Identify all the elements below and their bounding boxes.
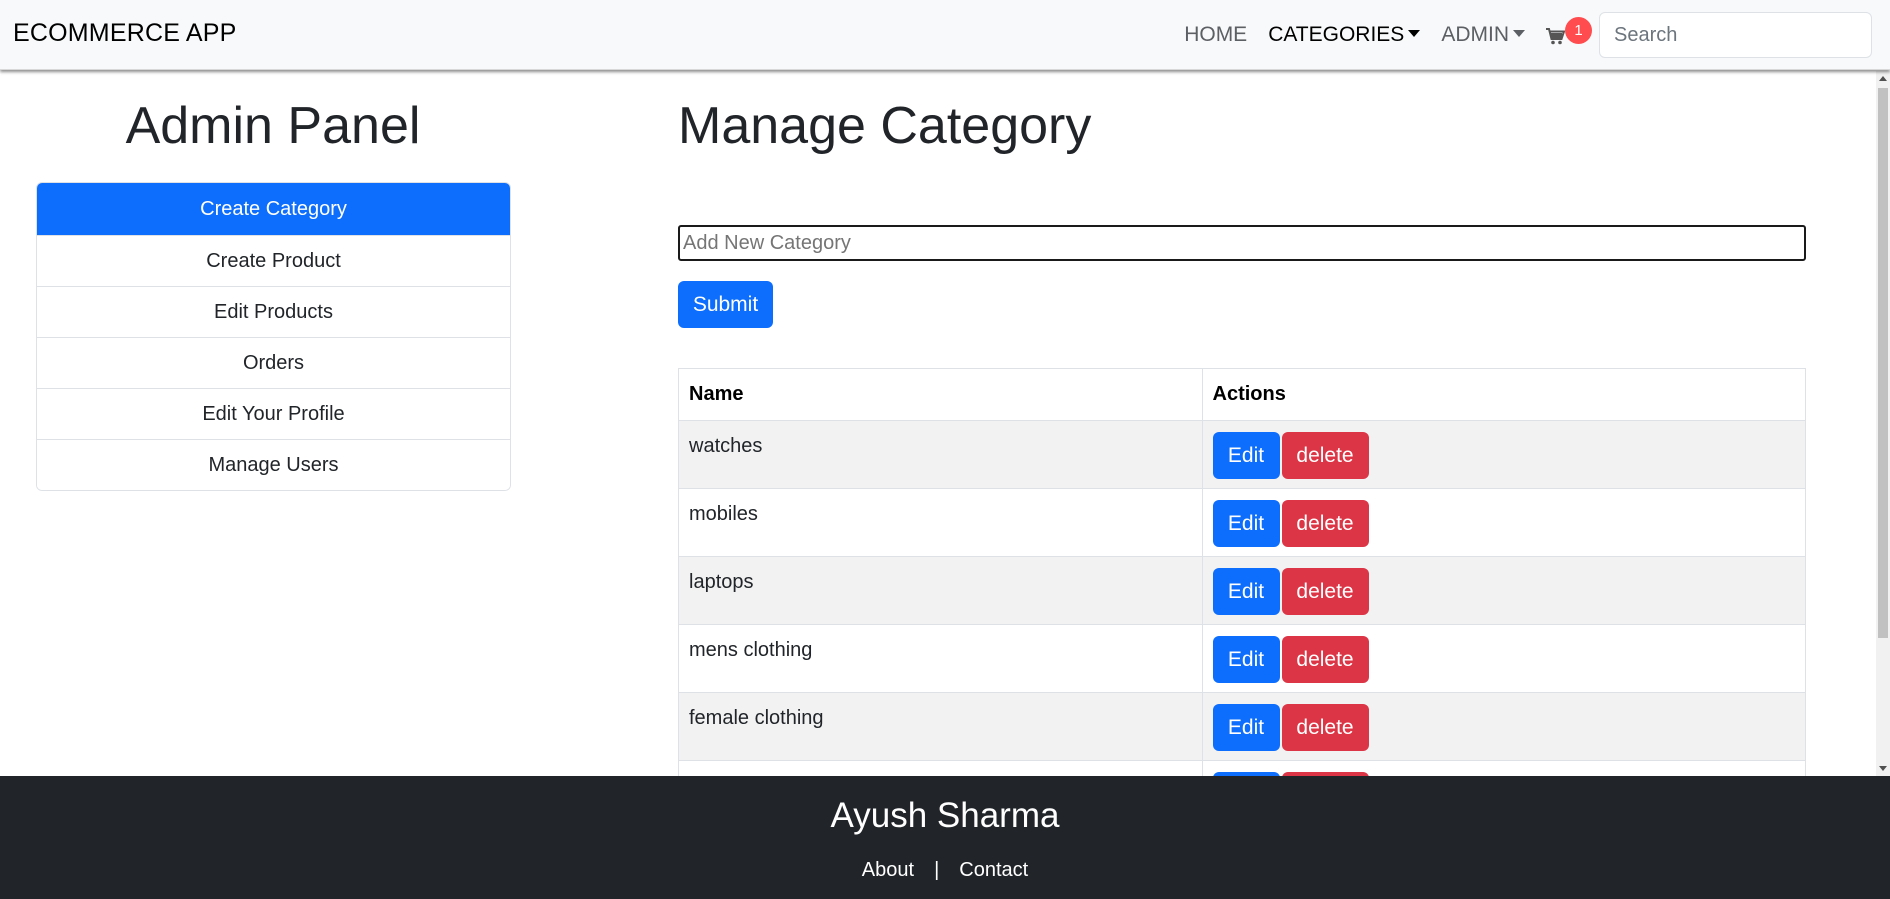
category-table: Name Actions watches Edit delete mobiles … <box>678 368 1806 776</box>
page-title: Manage Category <box>678 97 1092 155</box>
delete-button[interactable]: delete <box>1281 636 1369 683</box>
edit-button[interactable]: Edit <box>1212 432 1280 479</box>
footer-contact-link[interactable]: Contact <box>959 859 1028 882</box>
delete-button[interactable]: delete <box>1281 568 1369 615</box>
category-name <box>679 760 1203 776</box>
brand-logo[interactable]: ECOMMERCE APP <box>13 19 236 48</box>
sidebar-item-create-category[interactable]: Create Category <box>37 183 510 235</box>
category-name: female clothing <box>679 692 1203 761</box>
table-row: mobiles Edit delete <box>679 488 1805 557</box>
row-actions: Editdelete <box>1202 556 1805 625</box>
nav-categories-dropdown[interactable]: CATEGORIES <box>1268 23 1421 47</box>
search-input[interactable] <box>1599 12 1872 58</box>
nav-links: HOME CATEGORIES ADMIN 1 <box>1184 0 1890 70</box>
table-header-row: Name Actions <box>679 369 1805 421</box>
scroll-up-arrow-icon[interactable] <box>1879 76 1887 81</box>
nav-categories-label: CATEGORIES <box>1268 23 1405 46</box>
admin-menu: Create Category Create Product Edit Prod… <box>36 182 511 491</box>
footer-separator: | <box>934 859 940 881</box>
edit-button[interactable]: Edit <box>1212 636 1280 683</box>
footer: Ayush Sharma About | Contact <box>0 776 1890 899</box>
sidebar-item-edit-products[interactable]: Edit Products <box>37 286 510 337</box>
edit-button[interactable]: Edit <box>1212 704 1280 751</box>
row-actions: Editdelete <box>1202 692 1805 761</box>
nav-home-label: HOME <box>1184 23 1248 46</box>
footer-about-link[interactable]: About <box>862 859 914 882</box>
cart-icon <box>1546 28 1565 45</box>
sidebar-item-orders[interactable]: Orders <box>37 337 510 388</box>
column-header-name: Name <box>679 369 1203 421</box>
submit-button[interactable]: Submit <box>678 281 773 328</box>
category-name: watches <box>679 420 1203 489</box>
caret-down-icon <box>1513 29 1525 37</box>
column-header-actions: Actions <box>1202 369 1805 421</box>
table-row: female clothing Edit delete <box>679 692 1805 761</box>
edit-button[interactable]: Edit <box>1212 500 1280 547</box>
sidebar-item-manage-users[interactable]: Manage Users <box>37 439 510 490</box>
row-actions: Editdelete <box>1202 760 1805 776</box>
footer-author-name: Ayush Sharma <box>830 796 1060 835</box>
row-actions: Editdelete <box>1202 420 1805 489</box>
sidebar-item-edit-profile[interactable]: Edit Your Profile <box>37 388 510 439</box>
edit-button[interactable]: Edit <box>1212 568 1280 615</box>
sidebar-item-create-product[interactable]: Create Product <box>37 235 510 286</box>
table-row: watches Edit delete <box>679 420 1805 489</box>
delete-button[interactable]: delete <box>1281 704 1369 751</box>
footer-links: About | Contact <box>0 859 1890 882</box>
delete-button[interactable]: delete <box>1281 432 1369 479</box>
category-name: laptops <box>679 556 1203 625</box>
admin-panel-title: Admin Panel <box>125 97 421 155</box>
table-row: laptops Edit delete <box>679 556 1805 625</box>
category-name: mobiles <box>679 488 1203 557</box>
scroll-down-arrow-icon[interactable] <box>1879 766 1887 771</box>
scroll-thumb[interactable] <box>1878 88 1888 638</box>
cart-count-badge: 1 <box>1565 17 1592 44</box>
caret-down-icon <box>1408 29 1421 37</box>
page-scrollbar[interactable] <box>1876 71 1890 776</box>
nav-home[interactable]: HOME <box>1184 23 1247 47</box>
nav-admin-label: ADMIN <box>1441 23 1509 46</box>
category-name: mens clothing <box>679 624 1203 693</box>
row-actions: Editdelete <box>1202 624 1805 693</box>
table-row: mens clothing Edit delete <box>679 624 1805 693</box>
table-row: Editdelete <box>679 760 1805 776</box>
navbar: ECOMMERCE APP HOME CATEGORIES ADMIN 1 <box>0 0 1890 70</box>
delete-button[interactable]: delete <box>1281 500 1369 547</box>
cart-button[interactable]: 1 <box>1546 15 1592 55</box>
row-actions: Editdelete <box>1202 488 1805 557</box>
nav-admin-dropdown[interactable]: ADMIN <box>1441 23 1525 47</box>
new-category-input[interactable] <box>678 225 1806 261</box>
